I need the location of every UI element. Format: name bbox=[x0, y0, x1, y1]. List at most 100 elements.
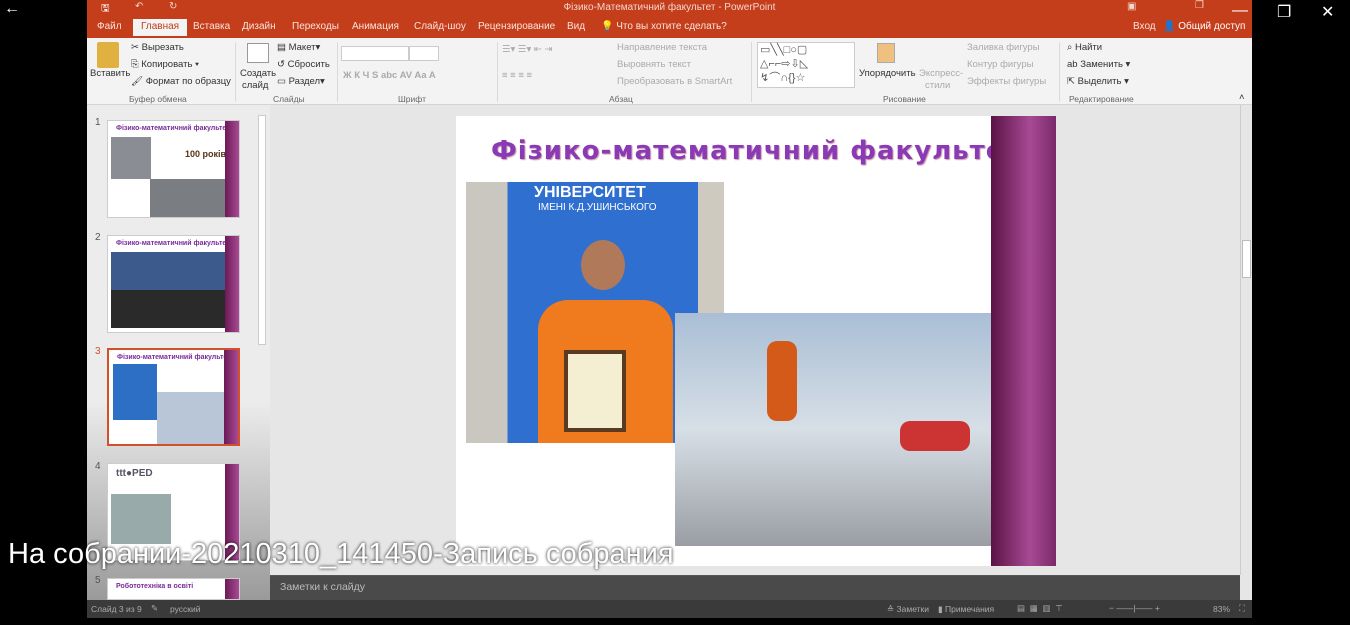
divider bbox=[235, 42, 236, 102]
zoom-slider[interactable]: − ——|—— + bbox=[1109, 603, 1160, 613]
spellcheck-icon[interactable]: ✎ bbox=[151, 603, 158, 614]
tab-file[interactable]: Файл bbox=[97, 21, 122, 32]
font-format-buttons[interactable]: Ж К Ч S abc AV Aa A bbox=[343, 70, 436, 81]
slide-title[interactable]: Фізико-математичний факультет bbox=[491, 136, 1020, 166]
select-button[interactable]: ⇱ Выделить ▾ bbox=[1067, 76, 1129, 87]
back-arrow-icon[interactable]: ← bbox=[4, 0, 20, 18]
replace-button[interactable]: ab Заменить ▾ bbox=[1067, 59, 1130, 70]
thumbnail-title: ttt●PED bbox=[116, 468, 153, 479]
paste-button[interactable]: Вставить bbox=[90, 68, 130, 79]
view-buttons[interactable]: ▤ ▦ ▥ ⊤ bbox=[1017, 603, 1063, 614]
divider bbox=[1059, 42, 1060, 102]
shape-fill-button[interactable]: Заливка фигуры bbox=[967, 42, 1040, 53]
section-button[interactable]: ▭ Раздел▾ bbox=[277, 76, 325, 87]
powerpoint-window: 🖫 ↶ ↻ Фізико-Математичний факультет - Po… bbox=[87, 0, 1252, 618]
arrange-button[interactable]: Упорядочить bbox=[859, 68, 916, 79]
signin-link[interactable]: Вход bbox=[1133, 21, 1156, 32]
reset-button[interactable]: ↺ Сбросить bbox=[277, 59, 330, 70]
copy-button[interactable]: ⎘ Копировать ▾ bbox=[131, 59, 199, 70]
thumbnail-number: 3 bbox=[95, 346, 101, 357]
find-label: Найти bbox=[1074, 42, 1103, 53]
quick-styles-label2[interactable]: стили bbox=[925, 80, 950, 91]
zoom-level[interactable]: 83% bbox=[1213, 604, 1230, 614]
slide-thumbnail-2[interactable]: Фізико-математичний факультет bbox=[107, 235, 240, 333]
divider bbox=[497, 42, 498, 102]
notes-pane[interactable]: Заметки к слайду bbox=[270, 575, 1240, 600]
notes-button[interactable]: ≙ Заметки bbox=[887, 604, 929, 615]
new-slide-label2[interactable]: слайд bbox=[242, 80, 268, 91]
tab-review[interactable]: Рецензирование bbox=[478, 21, 555, 32]
scrollbar-thumb[interactable] bbox=[1242, 240, 1251, 278]
shape-effects-button[interactable]: Эффекты фигуры bbox=[967, 76, 1046, 87]
arrange-icon[interactable] bbox=[877, 43, 895, 63]
comments-button[interactable]: ▮ Примечания bbox=[938, 604, 994, 615]
bullets-icon[interactable]: ☰▾ ☰▾ ⇤ ⇥ bbox=[502, 44, 552, 55]
thumbnail-title: Фізико-математичний факультет bbox=[117, 354, 231, 361]
thumbnail-bar bbox=[225, 121, 239, 217]
cut-label: Вырезать bbox=[141, 42, 184, 53]
slide-thumbnail-3[interactable]: Фізико-математичний факультет bbox=[107, 348, 240, 446]
thumbnail-image bbox=[111, 494, 171, 544]
collapse-ribbon-icon[interactable]: ˄ bbox=[1239, 92, 1245, 103]
close-icon[interactable]: ✕ bbox=[1321, 2, 1334, 22]
select-label: Выделить bbox=[1077, 76, 1122, 87]
tab-insert[interactable]: Вставка bbox=[193, 21, 230, 32]
tab-home[interactable]: Главная bbox=[133, 19, 188, 36]
tell-me-search[interactable]: 💡 Что вы хотите сделать? bbox=[601, 21, 727, 32]
tell-me-text: Что вы хотите сделать? bbox=[616, 21, 727, 32]
thumbnail-text: 100 років bbox=[185, 149, 227, 159]
quick-styles-button[interactable]: Экспресс- bbox=[919, 68, 963, 79]
thumbnail-title: Фізико-математичний факультет bbox=[116, 125, 230, 132]
section-label: Раздел bbox=[288, 76, 321, 87]
group-clipboard: Буфер обмена bbox=[129, 94, 187, 104]
new-slide-icon[interactable] bbox=[247, 43, 269, 63]
font-size-input[interactable] bbox=[409, 46, 439, 61]
maximize-icon[interactable]: ❐ bbox=[1277, 2, 1291, 22]
group-editing: Редактирование bbox=[1069, 94, 1134, 104]
fit-slide-icon[interactable]: ⛶ bbox=[1239, 603, 1245, 614]
tab-transitions[interactable]: Переходы bbox=[292, 21, 339, 32]
slide-thumbnail-1[interactable]: Фізико-математичний факультет 100 років bbox=[107, 120, 240, 218]
thumbnail-bar bbox=[225, 236, 239, 332]
paste-icon[interactable] bbox=[97, 42, 119, 68]
share-button[interactable]: 👤 Общий доступ bbox=[1163, 21, 1245, 32]
slide-thumbnail-5[interactable]: Робототехніка в освіті bbox=[107, 578, 240, 600]
layout-button[interactable]: ▤ Макет▾ bbox=[277, 42, 320, 53]
tab-design[interactable]: Дизайн bbox=[242, 21, 276, 32]
find-button[interactable]: ⌕ Найти bbox=[1067, 42, 1102, 53]
restore-icon[interactable]: ❐ bbox=[1195, 0, 1204, 11]
text-direction-button[interactable]: Направление текста bbox=[617, 42, 707, 53]
cut-button[interactable]: ✂ Вырезать bbox=[131, 42, 184, 53]
smartart-button[interactable]: Преобразовать в SmartArt bbox=[617, 76, 732, 87]
group-drawing: Рисование bbox=[883, 94, 926, 104]
thumbnail-image bbox=[157, 392, 225, 444]
format-painter-button[interactable]: 🖌 Формат по образцу bbox=[131, 76, 231, 87]
minimize-icon[interactable]: — bbox=[1232, 2, 1248, 20]
align-icons[interactable]: ≡ ≡ ≡ ≡ bbox=[502, 70, 532, 81]
photo-banner-text: УНІВЕРСИТЕТ bbox=[534, 184, 646, 201]
copy-label: Копировать bbox=[141, 59, 193, 70]
photo-polar-expedition[interactable] bbox=[675, 313, 991, 546]
tab-slideshow[interactable]: Слайд-шоу bbox=[414, 21, 466, 32]
font-name-input[interactable] bbox=[341, 46, 409, 61]
tab-animations[interactable]: Анимация bbox=[352, 21, 399, 32]
divider bbox=[751, 42, 752, 102]
slide-scrollbar[interactable] bbox=[1240, 105, 1252, 575]
shapes-gallery[interactable]: ▭╲╲□○▢ △⌐⌐⇨⇩◺ ↯⌒∩{}☆ bbox=[757, 42, 855, 88]
thumbnail-image bbox=[111, 137, 151, 179]
slide-canvas[interactable]: Фізико-математичний факультет УНІВЕРСИТЕ… bbox=[456, 116, 1056, 566]
explorer-figure bbox=[767, 341, 797, 421]
ribbon-display-icon[interactable]: ▣ bbox=[1127, 1, 1136, 12]
new-slide-button[interactable]: Создать bbox=[240, 68, 276, 79]
tab-view[interactable]: Вид bbox=[567, 21, 585, 32]
shape-outline-button[interactable]: Контур фигуры bbox=[967, 59, 1033, 70]
comments-label: Примечания bbox=[945, 604, 995, 614]
layout-label: Макет bbox=[288, 42, 316, 53]
align-text-button[interactable]: Выровнять текст bbox=[617, 59, 691, 70]
thumbnail-image bbox=[150, 179, 226, 217]
slide-decor-bar bbox=[991, 116, 1056, 566]
thumbnail-number: 4 bbox=[95, 461, 101, 472]
photo-banner-text2: ІМЕНІ К.Д.УШИНСЬКОГО bbox=[538, 202, 657, 213]
panel-scrollbar[interactable] bbox=[258, 115, 266, 345]
language-indicator[interactable]: русский bbox=[170, 604, 201, 614]
